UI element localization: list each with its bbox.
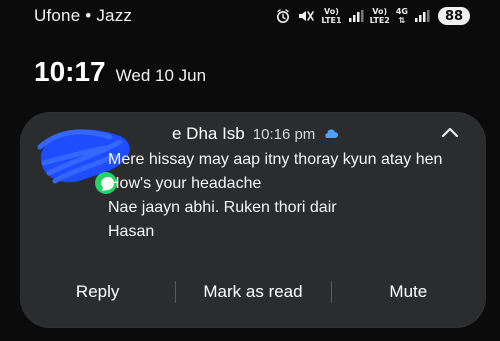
status-icons: Vo) LTE1 Vo) LTE2 4G ⇅ 88	[275, 7, 470, 25]
signal-icon-1	[348, 9, 364, 23]
lte1-indicator: Vo) LTE1	[321, 7, 341, 25]
signal-icon-2	[414, 9, 430, 23]
sender-name: e Dha Isb	[172, 124, 245, 143]
status-bar: Ufone • Jazz Vo) LTE1 Vo) LTE2 4G ⇅ 88	[0, 0, 500, 36]
battery-indicator: 88	[438, 7, 470, 25]
network-4g-label: 4G	[395, 7, 408, 16]
cloud-icon	[323, 128, 339, 140]
lte2-label: LTE2	[369, 16, 390, 25]
lte1-label: LTE1	[321, 16, 342, 25]
notification-time: 10:16 pm	[252, 125, 316, 143]
notification-actions: Reply Mark as read Mute	[20, 274, 486, 310]
lock-screen: Ufone • Jazz Vo) LTE1 Vo) LTE2 4G ⇅ 88 1…	[0, 0, 500, 341]
mark-as-read-button[interactable]: Mark as read	[175, 282, 330, 302]
message-4: Hasan	[108, 223, 155, 240]
alarm-icon	[275, 8, 291, 24]
mute-button[interactable]: Mute	[331, 282, 486, 302]
clock-date: Wed 10 Jun	[115, 66, 207, 85]
network-4g-indicator: 4G ⇅	[396, 7, 408, 25]
lte2-indicator: Vo) LTE2	[370, 7, 390, 25]
message-1: Mere hissay may aap itny thoray kyun ata…	[108, 151, 443, 168]
volte-label: Vo)	[324, 7, 339, 16]
notification-card[interactable]: e Dha Isb 10:16 pm Mere hissay may aap i…	[20, 112, 486, 328]
reply-button[interactable]: Reply	[20, 282, 175, 302]
message-list: Mere hissay may aap itny thoray kyun ata…	[108, 148, 448, 244]
data-arrows-icon: ⇅	[398, 16, 406, 25]
lockscreen-time-date: 10:17 Wed 10 Jun	[34, 56, 206, 88]
message-2: How's your headache	[108, 175, 262, 192]
message-3: Nae jaayn abhi. Ruken thori dair	[108, 199, 337, 216]
mute-icon	[297, 8, 315, 24]
carrier-label: Ufone • Jazz	[34, 6, 133, 25]
clock-time: 10:17	[34, 56, 106, 87]
notification-header: e Dha Isb 10:16 pm	[172, 124, 339, 144]
volte-label-2: Vo)	[372, 7, 388, 16]
chevron-up-icon[interactable]	[440, 126, 460, 140]
